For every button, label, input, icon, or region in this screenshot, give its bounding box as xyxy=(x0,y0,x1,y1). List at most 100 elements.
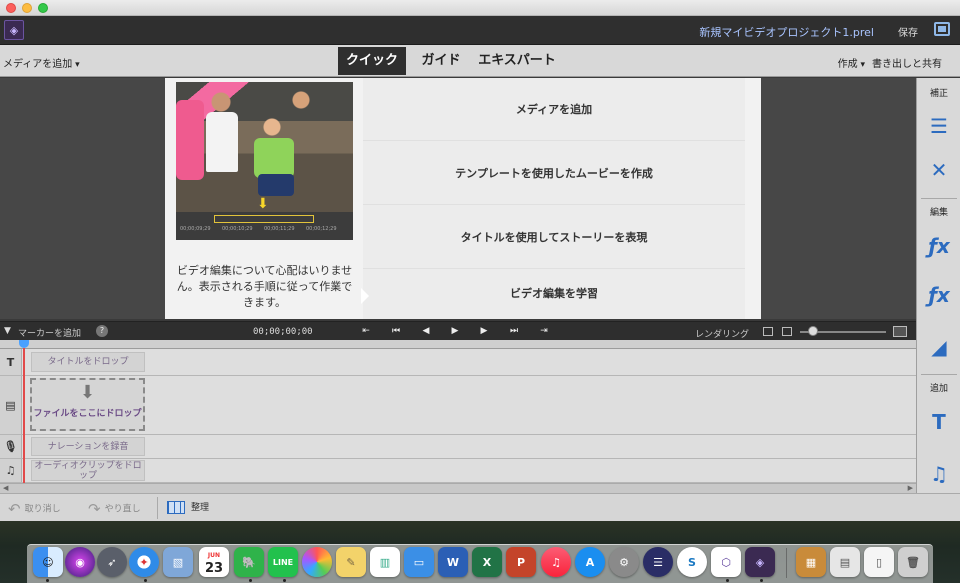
down-arrow-icon: ⬇ xyxy=(79,382,96,403)
line-app-icon[interactable]: LINE xyxy=(268,547,298,577)
running-indicator xyxy=(283,579,286,582)
timeline-scrollbar[interactable]: ◀ ▶ xyxy=(0,483,916,493)
effects-icon[interactable]: ƒx xyxy=(927,283,951,307)
monitor-panel: ⬇ 00;00;09;29 00;00;10;29 00;00;11;29 00… xyxy=(0,78,916,325)
calendar-icon[interactable]: JUN 23 xyxy=(199,547,229,577)
scroll-left-icon[interactable]: ◀ xyxy=(3,484,8,492)
adjust-sliders-icon[interactable]: ☰ xyxy=(927,114,951,138)
excel-icon[interactable]: X xyxy=(472,547,502,577)
titles-icon[interactable]: T xyxy=(927,410,951,434)
preview-icon[interactable]: ▧ xyxy=(163,547,193,577)
tutorial-photo: ⬇ 00;00;09;29 00;00;10;29 00;00;11;29 00… xyxy=(176,82,353,240)
music-note-icon: ♫ xyxy=(0,459,22,482)
transitions-icon[interactable]: ◢ xyxy=(927,335,951,359)
section-add-heading: 追加 xyxy=(929,384,948,394)
photo-playback-bar xyxy=(214,215,314,223)
running-indicator xyxy=(144,579,147,582)
render-button[interactable]: レンダリング xyxy=(695,327,749,340)
documents-stack-icon[interactable]: ▯ xyxy=(864,547,894,577)
premiere-elements-dock-icon[interactable]: ◈ xyxy=(745,547,775,577)
tab-expert[interactable]: エキスパート xyxy=(474,47,560,75)
add-marker-button[interactable]: マーカーを追加 xyxy=(18,326,81,339)
trash-icon[interactable]: 🗑 xyxy=(898,547,928,577)
welcome-tip: ビデオ編集について心配はいりません。表示される手順に従って作業できます。 xyxy=(176,264,353,309)
photo-figure xyxy=(254,138,294,178)
keynote-icon[interactable]: ▭ xyxy=(404,547,434,577)
section-adjust-heading: 補正 xyxy=(929,89,948,99)
down-arrow-icon: ⬇ xyxy=(257,196,269,212)
system-preferences-icon[interactable]: ⚙ xyxy=(609,547,639,577)
photos-icon[interactable] xyxy=(302,547,332,577)
bottom-divider xyxy=(157,497,158,519)
title-drop-zone[interactable]: タイトルをドロップ xyxy=(31,352,145,372)
finder-icon[interactable]: ☺ xyxy=(33,547,63,577)
export-share-menu[interactable]: 書き出しと共有 xyxy=(872,55,942,70)
zoom-in-icon[interactable] xyxy=(893,326,907,337)
close-window-button[interactable] xyxy=(6,3,16,13)
archive-utility-icon[interactable]: ▦ xyxy=(796,547,826,577)
add-media-menu[interactable]: メディアを追加 xyxy=(3,55,80,70)
zoom-slider-handle[interactable] xyxy=(808,326,818,336)
redo-button[interactable]: ↷ やり直し xyxy=(88,500,141,518)
organizer-button[interactable]: 整理 xyxy=(167,500,209,514)
app-store-icon[interactable]: A xyxy=(575,547,605,577)
current-timecode: 00;00;00;00 xyxy=(253,327,313,337)
running-indicator xyxy=(760,579,763,582)
evernote-icon[interactable]: 🐘 xyxy=(234,547,264,577)
word-icon[interactable]: W xyxy=(438,547,468,577)
audio-drop-zone[interactable]: オーディオクリップをドロップ xyxy=(31,460,145,481)
pages-icon[interactable]: ✎ xyxy=(336,547,366,577)
step-back-icon[interactable]: ◀ xyxy=(419,325,433,337)
scroll-right-icon[interactable]: ▶ xyxy=(908,484,913,492)
launchpad-icon[interactable]: ➶ xyxy=(97,547,127,577)
narration-track: 🎙 ナレーションを録音 xyxy=(0,435,916,459)
skype-icon[interactable]: S xyxy=(677,547,707,577)
powerpoint-icon[interactable]: P xyxy=(506,547,536,577)
microphone-icon: 🎙 xyxy=(0,435,22,458)
project-title: 新規マイビデオプロジェクト1.prel xyxy=(699,26,874,39)
siri-icon[interactable]: ◉ xyxy=(65,547,95,577)
action-learn-editing[interactable]: ビデオ編集を学習 xyxy=(363,262,745,325)
music-icon[interactable]: ♫ xyxy=(927,462,951,486)
tab-quick[interactable]: クイック xyxy=(338,47,406,75)
video-track-icon: ▤ xyxy=(0,376,22,434)
action-create-template-movie[interactable]: テンプレートを使用したムービーを作成 xyxy=(363,142,745,205)
video-drop-zone[interactable]: ⬇ ファイルをここにドロップ xyxy=(30,378,145,431)
guided-actions-list: メディアを追加 テンプレートを使用したムービーを作成 タイトルを使用してストーリ… xyxy=(363,78,745,325)
full-screen-icon[interactable] xyxy=(934,22,950,36)
network-app-icon[interactable]: ⬡ xyxy=(711,547,741,577)
step-forward-icon[interactable]: ▶ xyxy=(477,325,491,337)
action-add-media[interactable]: メディアを追加 xyxy=(363,78,745,141)
create-menu[interactable]: 作成 xyxy=(838,55,865,70)
tools-icon[interactable]: ✕ xyxy=(927,158,951,182)
eclipse-icon[interactable]: ☰ xyxy=(643,547,673,577)
undo-button[interactable]: ↶ 取り消し xyxy=(8,500,61,518)
next-edit-icon[interactable]: ⏭ xyxy=(507,325,521,337)
go-to-start-icon[interactable]: ⇤ xyxy=(359,325,373,337)
premiere-elements-logo-icon: ◈ xyxy=(4,20,24,40)
play-icon[interactable]: ▶ xyxy=(448,325,462,337)
music-app-icon[interactable]: ♫ xyxy=(541,547,571,577)
maximize-window-button[interactable] xyxy=(38,3,48,13)
action-add-titles[interactable]: タイトルを使用してストーリーを表現 xyxy=(363,206,745,269)
previous-edit-icon[interactable]: ⏮ xyxy=(389,325,403,337)
safari-icon[interactable]: ✦ xyxy=(129,547,159,577)
applied-effects-icon[interactable]: ƒx xyxy=(927,234,951,258)
timeline-ruler[interactable] xyxy=(0,340,916,349)
zoom-out-icon[interactable] xyxy=(782,327,792,336)
go-to-end-icon[interactable]: ⇥ xyxy=(537,325,551,337)
tab-guided[interactable]: ガイド xyxy=(415,47,467,75)
help-icon[interactable]: ? xyxy=(96,325,108,337)
app-header: ◈ 新規マイビデオプロジェクト1.prel 保存 xyxy=(0,16,960,45)
narration-record-button[interactable]: ナレーションを録音 xyxy=(31,437,145,456)
organizer-grid-icon xyxy=(167,501,185,514)
timeline-header: ▼ マーカーを追加 ? 00;00;00;00 ⇤ ⏮ ◀ ▶ ▶ ⏭ ⇥ レン… xyxy=(0,321,916,340)
collapse-triangle-icon[interactable]: ▼ xyxy=(4,326,11,336)
photo-timeline: 00;00;09;29 00;00;10;29 00;00;11;29 00;0… xyxy=(176,212,353,240)
numbers-icon[interactable]: ▥ xyxy=(370,547,400,577)
calendar-day: 23 xyxy=(204,561,224,576)
photo-stack-icon[interactable]: ▤ xyxy=(830,547,860,577)
minimize-window-button[interactable] xyxy=(22,3,32,13)
save-button[interactable]: 保存 xyxy=(898,24,918,39)
fit-timeline-icon[interactable] xyxy=(763,327,773,336)
